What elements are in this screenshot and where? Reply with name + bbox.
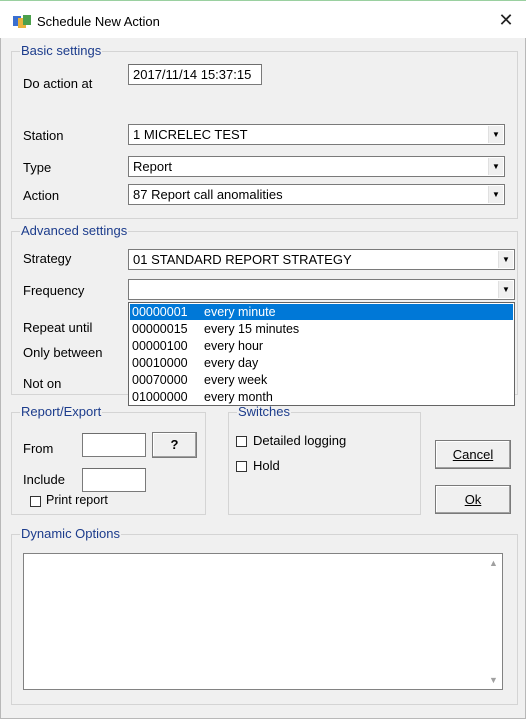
only-between-label: Only between (23, 345, 103, 360)
frequency-option[interactable]: 00000100 every hour (130, 338, 513, 354)
station-value: 1 MICRELEC TEST (133, 127, 248, 142)
action-select[interactable]: 87 Report call anomalities ▼ (128, 184, 505, 205)
strategy-value: 01 STANDARD REPORT STRATEGY (133, 252, 352, 267)
chevron-down-icon[interactable]: ▼ (488, 158, 503, 175)
frequency-option-code: 01000000 (132, 390, 188, 404)
frequency-option-label: every 15 minutes (204, 322, 300, 336)
not-on-label: Not on (23, 376, 62, 391)
frequency-option[interactable]: 00000001 every minute (130, 304, 513, 320)
action-label: Action (23, 188, 60, 203)
cancel-button[interactable]: Cancel (435, 440, 511, 469)
scroll-up-icon[interactable]: ▲ (489, 558, 498, 568)
type-select[interactable]: Report ▼ (128, 156, 505, 177)
detailed-logging-label: Detailed logging (253, 433, 347, 448)
frequency-option[interactable]: 01000000 every month (130, 389, 513, 405)
include-field[interactable] (82, 468, 146, 492)
report-export-legend: Report/Export (20, 404, 103, 419)
do-action-at-label: Do action at (23, 76, 93, 91)
switches-legend: Switches (237, 404, 292, 419)
from-label: From (23, 441, 54, 456)
frequency-option-label: every month (204, 390, 273, 404)
chevron-down-icon[interactable]: ▼ (498, 251, 513, 268)
hold-label: Hold (253, 458, 280, 473)
frequency-option-code: 00000015 (132, 322, 188, 336)
frequency-option-code: 00010000 (132, 356, 188, 370)
station-select[interactable]: 1 MICRELEC TEST ▼ (128, 124, 505, 145)
print-report-label: Print report (46, 493, 108, 507)
frequency-select[interactable]: ▼ (128, 279, 515, 300)
dynamic-options-scrollbar[interactable]: ▲ ▼ (485, 554, 502, 689)
frequency-option-label: every week (204, 373, 268, 387)
scroll-down-icon[interactable]: ▼ (489, 675, 498, 685)
app-icon (13, 15, 31, 28)
frequency-option[interactable]: 00070000 every week (130, 372, 513, 388)
do-action-at-field[interactable]: 2017/11/14 15:37:15 (128, 64, 262, 85)
frequency-option-label: every hour (204, 339, 264, 353)
window-title: Schedule New Action (37, 14, 160, 29)
chevron-down-icon[interactable]: ▼ (488, 186, 503, 203)
station-label: Station (23, 128, 64, 143)
detailed-logging-checkbox[interactable] (236, 436, 247, 447)
title-bar: Schedule New Action ✕ (0, 0, 526, 38)
type-label: Type (23, 160, 52, 175)
hold-checkbox[interactable] (236, 461, 247, 472)
frequency-option-label: every minute (204, 305, 276, 319)
action-value: 87 Report call anomalities (133, 187, 283, 202)
basic-settings-legend: Basic settings (20, 43, 103, 58)
frequency-option-code: 00070000 (132, 373, 188, 387)
frequency-dropdown-list[interactable]: 00000001 every minute 00000015 every 15 min… (128, 302, 515, 406)
repeat-until-label: Repeat until (23, 320, 93, 335)
strategy-select[interactable]: 01 STANDARD REPORT STRATEGY ▼ (128, 249, 515, 270)
browse-button[interactable]: ? (152, 432, 197, 458)
from-field[interactable] (82, 433, 146, 457)
frequency-option[interactable]: 00000015 every 15 minutes (130, 321, 513, 337)
strategy-label: Strategy (23, 251, 72, 266)
frequency-option-code: 00000001 (132, 305, 188, 319)
dynamic-options-textarea[interactable]: ▲ ▼ (23, 553, 503, 690)
chevron-down-icon[interactable]: ▼ (498, 281, 513, 298)
close-button[interactable]: ✕ (492, 7, 520, 33)
frequency-option-label: every day (204, 356, 259, 370)
print-report-checkbox[interactable] (30, 496, 41, 507)
advanced-settings-legend: Advanced settings (20, 223, 129, 238)
frequency-option-code: 00000100 (132, 339, 188, 353)
type-value: Report (133, 159, 173, 174)
frequency-option[interactable]: 00010000 every day (130, 355, 513, 371)
frequency-label: Frequency (23, 283, 85, 298)
include-label: Include (23, 472, 65, 487)
ok-button[interactable]: Ok (435, 485, 511, 514)
dynamic-options-legend: Dynamic Options (20, 526, 121, 541)
chevron-down-icon[interactable]: ▼ (488, 126, 503, 143)
